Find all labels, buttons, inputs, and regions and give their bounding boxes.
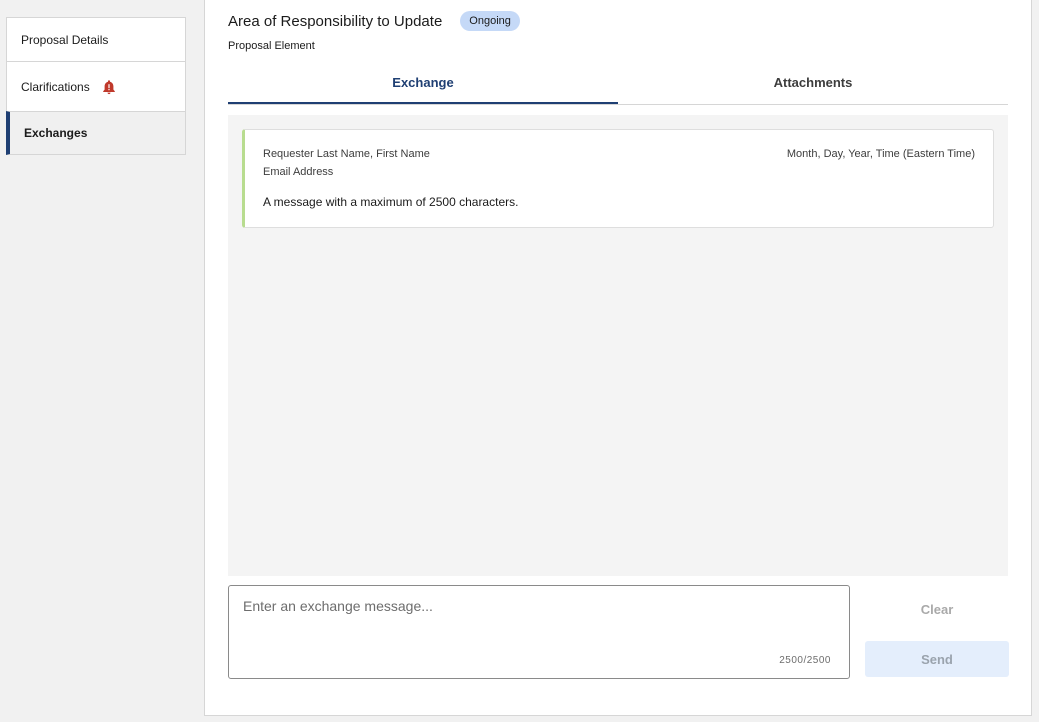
exchange-message-composer: 2500/2500 bbox=[228, 585, 850, 679]
tab-attachments[interactable]: Attachments bbox=[618, 69, 1008, 104]
page-header: Area of Responsibility to Update Ongoing bbox=[228, 11, 520, 31]
side-navigation: Proposal Details Clarifications Exchange… bbox=[6, 17, 186, 155]
send-button[interactable]: Send bbox=[865, 641, 1009, 677]
tab-exchange[interactable]: Exchange bbox=[228, 69, 618, 104]
exchange-message-input[interactable] bbox=[229, 586, 849, 678]
message-card: Requester Last Name, First Name Email Ad… bbox=[242, 129, 994, 228]
alert-bell-icon bbox=[102, 79, 116, 95]
sidebar-item-clarifications[interactable]: Clarifications bbox=[6, 61, 186, 111]
sidebar-item-label: Proposal Details bbox=[21, 32, 109, 47]
character-counter: 2500/2500 bbox=[779, 655, 831, 666]
status-badge: Ongoing bbox=[460, 11, 520, 31]
sidebar-item-exchanges[interactable]: Exchanges bbox=[6, 111, 186, 155]
message-body: A message with a maximum of 2500 charact… bbox=[263, 195, 519, 209]
message-timestamp: Month, Day, Year, Time (Eastern Time) bbox=[786, 148, 975, 160]
exchange-panel: Area of Responsibility to Update Ongoing… bbox=[204, 0, 1032, 716]
message-email: Email Address bbox=[263, 166, 334, 178]
page-subtitle: Proposal Element bbox=[228, 40, 315, 52]
sidebar-item-proposal-details[interactable]: Proposal Details bbox=[6, 17, 186, 61]
message-sender: Requester Last Name, First Name bbox=[263, 148, 430, 160]
message-thread[interactable]: Requester Last Name, First Name Email Ad… bbox=[228, 115, 1008, 576]
sidebar-item-label: Clarifications bbox=[21, 79, 90, 94]
page-title: Area of Responsibility to Update bbox=[228, 12, 443, 30]
sidebar-item-label: Exchanges bbox=[24, 126, 88, 140]
clear-button[interactable]: Clear bbox=[865, 595, 1009, 623]
tab-bar: Exchange Attachments bbox=[228, 69, 1008, 105]
